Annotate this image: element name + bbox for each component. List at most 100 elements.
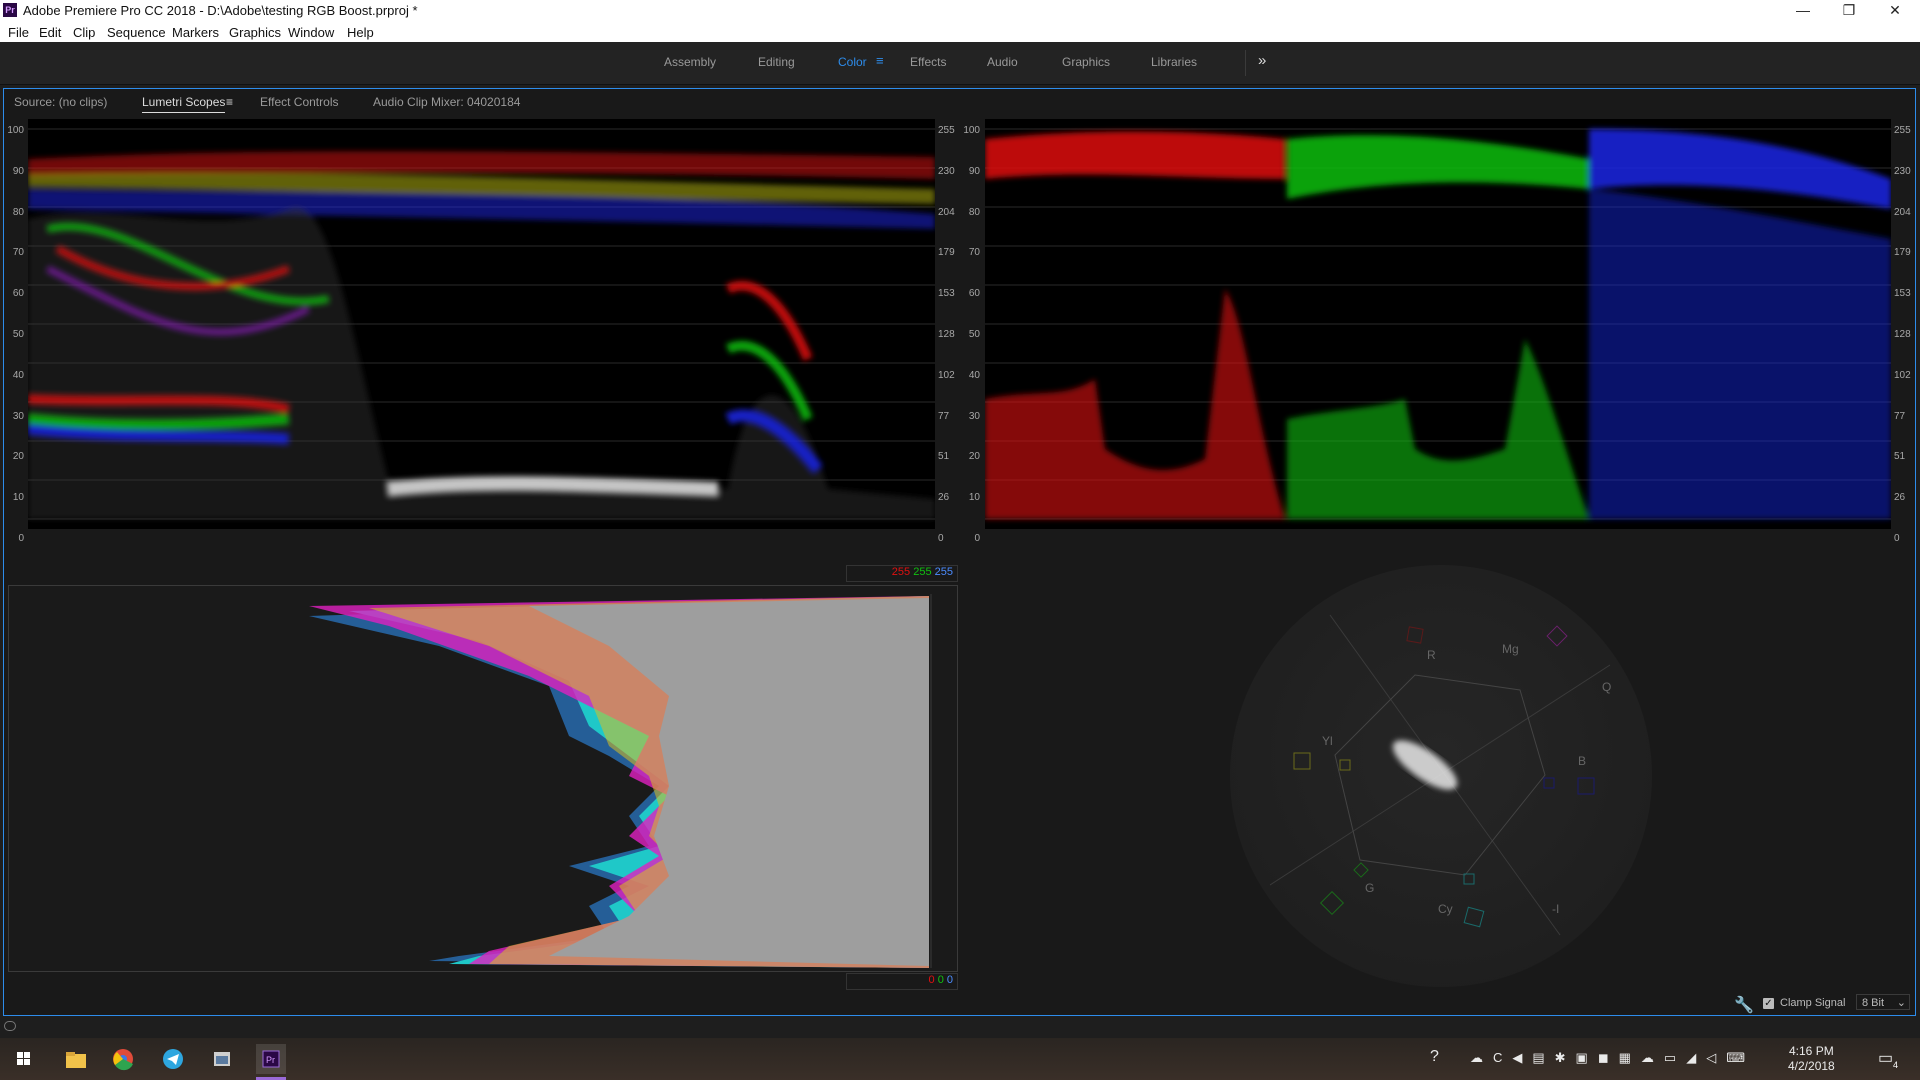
workspace-graphics[interactable]: Graphics bbox=[1062, 55, 1110, 69]
waveform-8bit-label: 51 bbox=[938, 451, 950, 463]
vector-label-cy: Cy bbox=[1438, 902, 1453, 916]
system-tray-icons[interactable]: ☁C◀▤✱▣◼▦☁▭◢◁⌨ bbox=[1470, 1050, 1755, 1066]
menu-bar: File Edit Clip Sequence Markers Graphics… bbox=[0, 22, 1920, 42]
panel-tabs: Source: (no clips) Lumetri Scopes ≡ Effe… bbox=[4, 89, 1915, 115]
menu-window[interactable]: Window bbox=[288, 25, 334, 40]
telegram-icon[interactable] bbox=[158, 1044, 188, 1074]
action-center-icon[interactable]: ▭ bbox=[1878, 1048, 1893, 1068]
histogram-red-max: 255 bbox=[891, 566, 911, 578]
waveform-ire-label: 30 bbox=[12, 410, 24, 422]
notification-count: 4 bbox=[1893, 1060, 1899, 1070]
waveform-8bit-label: 0 bbox=[938, 533, 944, 544]
vector-label-q: Q bbox=[1602, 680, 1611, 694]
clock-date: 4/2/2018 bbox=[1788, 1059, 1835, 1073]
parade-8bit-label: 102 bbox=[1894, 369, 1911, 381]
restore-button[interactable]: ❐ bbox=[1826, 0, 1872, 22]
waveform-ire-label: 80 bbox=[12, 206, 24, 218]
parade-8bit-label: 128 bbox=[1894, 329, 1911, 340]
parade-ire-label: 40 bbox=[968, 369, 980, 381]
bit-depth-value: 8 Bit bbox=[1862, 997, 1885, 1009]
vector-label-mg: Mg bbox=[1502, 642, 1519, 656]
parade-ire-label: 0 bbox=[974, 533, 980, 544]
workspace-menu-icon[interactable]: ≡ bbox=[876, 53, 884, 68]
parade-ire-label: 10 bbox=[968, 492, 980, 504]
waveform-ire-label: 50 bbox=[12, 329, 24, 340]
parade-ire-label: 70 bbox=[968, 247, 980, 259]
workspace-audio[interactable]: Audio bbox=[987, 55, 1018, 69]
waveform-8bit-label: 179 bbox=[938, 247, 955, 259]
bit-depth-select[interactable]: 8 Bit ⌄ bbox=[1856, 994, 1910, 1010]
menu-markers[interactable]: Markers bbox=[172, 25, 219, 40]
title-bar: Pr Adobe Premiere Pro CC 2018 - D:\Adobe… bbox=[0, 0, 1920, 22]
waveform-ire-label: 40 bbox=[12, 369, 24, 381]
waveform-8bit-label: 255 bbox=[938, 125, 955, 136]
workspaces-bar: Assembly Editing Color ≡ Effects Audio G… bbox=[0, 42, 1920, 85]
window-title: Adobe Premiere Pro CC 2018 - D:\Adobe\te… bbox=[23, 3, 418, 18]
workspace-divider bbox=[1245, 50, 1246, 76]
waveform-ire-label: 0 bbox=[18, 533, 24, 544]
tab-effect-controls[interactable]: Effect Controls bbox=[260, 95, 338, 109]
tab-audio-clip-mixer[interactable]: Audio Clip Mixer: 04020184 bbox=[373, 95, 520, 109]
waveform-ire-label: 90 bbox=[12, 165, 24, 177]
close-button[interactable]: ✕ bbox=[1872, 0, 1918, 22]
premiere-app-icon: Pr bbox=[3, 3, 17, 17]
vector-label-b: B bbox=[1578, 754, 1586, 768]
workspace-editing[interactable]: Editing bbox=[758, 55, 795, 69]
histogram-green-max: 255 bbox=[913, 566, 932, 578]
lumetri-scopes-panel: Source: (no clips) Lumetri Scopes ≡ Effe… bbox=[3, 88, 1916, 1016]
menu-file[interactable]: File bbox=[8, 25, 29, 40]
panel-menu-icon[interactable]: ≡ bbox=[226, 95, 233, 109]
waveform-ire-label: 10 bbox=[12, 492, 24, 504]
clamp-signal-label: Clamp Signal bbox=[1780, 997, 1846, 1009]
chevron-down-icon: ⌄ bbox=[1896, 997, 1906, 1009]
waveform-8bit-label: 153 bbox=[938, 288, 955, 300]
waveform-8bit-label: 128 bbox=[938, 329, 955, 340]
waveform-ire-label: 20 bbox=[12, 451, 24, 463]
minimize-button[interactable]: — bbox=[1780, 0, 1826, 22]
histogram-graphic bbox=[309, 594, 932, 968]
app-window-icon[interactable] bbox=[207, 1044, 237, 1074]
menu-help[interactable]: Help bbox=[347, 25, 374, 40]
parade-8bit-label: 0 bbox=[1894, 533, 1900, 544]
parade-ire-label: 30 bbox=[968, 410, 980, 422]
waveform-8bit-label: 204 bbox=[938, 206, 955, 218]
clock[interactable]: 4:16 PM 4/2/2018 bbox=[1788, 1044, 1835, 1074]
histogram-min-readout: 0 0 0 bbox=[846, 973, 958, 990]
chrome-icon[interactable] bbox=[108, 1044, 138, 1074]
parade-8bit-label: 204 bbox=[1894, 206, 1911, 218]
waveform-8bit-label: 102 bbox=[938, 369, 955, 381]
histogram-green-min: 0 bbox=[937, 974, 944, 986]
menu-edit[interactable]: Edit bbox=[39, 25, 61, 40]
clamp-signal-checkbox[interactable]: ✓ bbox=[1763, 998, 1774, 1009]
tab-source[interactable]: Source: (no clips) bbox=[14, 95, 107, 109]
waveform-graphic bbox=[28, 128, 935, 520]
windows-start-icon[interactable] bbox=[9, 1044, 39, 1074]
file-explorer-icon[interactable] bbox=[60, 1044, 90, 1074]
parade-8bit-label: 77 bbox=[1894, 410, 1906, 422]
workspaces-overflow-icon[interactable]: » bbox=[1258, 52, 1266, 69]
waveform-ire-label: 70 bbox=[12, 247, 24, 259]
workspace-assembly[interactable]: Assembly bbox=[664, 55, 716, 69]
workspace-libraries[interactable]: Libraries bbox=[1151, 55, 1197, 69]
menu-graphics[interactable]: Graphics bbox=[229, 25, 281, 40]
workspace-effects[interactable]: Effects bbox=[910, 55, 946, 69]
help-tray-icon[interactable]: ? bbox=[1430, 1048, 1439, 1066]
tab-lumetri-scopes[interactable]: Lumetri Scopes bbox=[142, 95, 226, 113]
parade-8bit-label: 153 bbox=[1894, 288, 1911, 300]
parade-8bit-label: 51 bbox=[1894, 451, 1906, 463]
parade-8bit-label: 255 bbox=[1894, 125, 1911, 136]
premiere-taskbar-icon[interactable]: Pr bbox=[256, 1044, 286, 1074]
histogram-max-readout: 255 255 255 bbox=[846, 565, 958, 582]
menu-clip[interactable]: Clip bbox=[73, 25, 95, 40]
parade-8bit-label: 179 bbox=[1894, 247, 1911, 259]
vector-label-r: R bbox=[1427, 648, 1436, 662]
rgb-parade-scope bbox=[985, 119, 1891, 529]
windows-taskbar: Pr ? ☁C◀▤✱▣◼▦☁▭◢◁⌨ 4:16 PM 4/2/2018 ▭ 4 bbox=[0, 1038, 1920, 1080]
wrench-icon[interactable]: 🔧 bbox=[1734, 995, 1754, 1015]
workspace-color[interactable]: Color bbox=[838, 55, 867, 69]
waveform-ire-label: 60 bbox=[12, 288, 24, 300]
histogram-scope bbox=[8, 585, 958, 972]
parade-graphic bbox=[985, 128, 1891, 520]
waveform-rgb-scope bbox=[28, 119, 935, 529]
menu-sequence[interactable]: Sequence bbox=[107, 25, 166, 40]
